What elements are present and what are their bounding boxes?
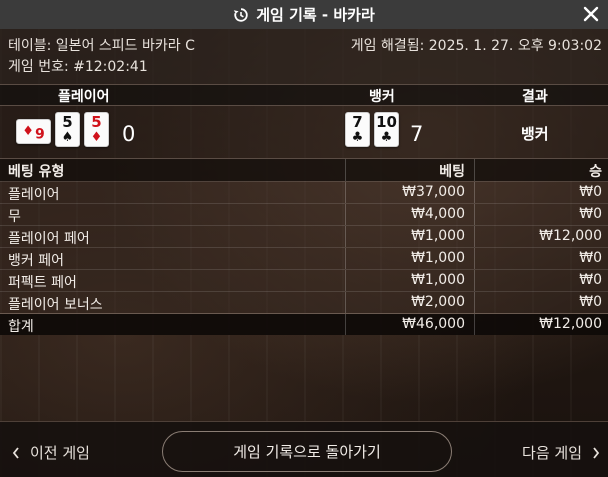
result-row: ♦ 6 5 ♠ 5 ♦ 0 7 ♣ 10 ♣ 7 뱅커 — [0, 106, 608, 158]
bets-table-header: 베팅 유형 베팅 승 — [0, 158, 608, 181]
footer-nav: 이전 게임 게임 기록으로 돌아가기 다음 게임 — [0, 421, 608, 477]
bet-type: 플레이어 보너스 — [8, 297, 103, 313]
playing-card: 10 ♣ — [374, 112, 399, 147]
bets-table: 베팅 유형 베팅 승 플레이어 ₩37,000 ₩0 무 ₩4,000 ₩0 플레이어 페어… — [0, 158, 608, 335]
table-row: 플레이어 페어 ₩1,000 ₩12,000 — [0, 225, 608, 247]
result-header-label: 결과 — [522, 89, 548, 105]
game-info-panel: 테이블: 일본어 스피드 바카라 C 게임 해결됨: 2025. 1. 27. … — [0, 29, 608, 84]
playing-card: 7 ♣ — [345, 112, 370, 147]
bet-amount: ₩37,000 — [402, 184, 465, 200]
bet-amount: ₩1,000 — [411, 272, 465, 288]
chevron-left-icon — [12, 446, 19, 459]
bet-type: 무 — [8, 209, 21, 225]
bet-amount: ₩4,000 — [411, 206, 465, 222]
dialog-titlebar: 게임 기록 - 바카라 — [0, 0, 608, 29]
back-to-history-button[interactable]: 게임 기록으로 돌아가기 — [162, 431, 452, 472]
player-score: 0 — [122, 122, 136, 146]
total-label: 합계 — [8, 319, 34, 335]
back-to-history-label: 게임 기록으로 돌아가기 — [233, 443, 381, 461]
bet-amount: ₩1,000 — [411, 228, 465, 244]
card-suit: ♦ — [22, 124, 34, 139]
card-rank: 5 — [91, 113, 102, 131]
card-rank: 10 — [376, 113, 397, 131]
win-amount-header: 승 — [589, 164, 602, 180]
bets-total-row: 합계 ₩46,000 ₩12,000 — [0, 313, 608, 335]
table-row: 플레이어 ₩37,000 ₩0 — [0, 181, 608, 203]
card-suit: ♦ — [90, 130, 103, 145]
card-rank: 7 — [352, 113, 363, 131]
bet-type: 뱅커 페어 — [8, 253, 64, 269]
card-rank: 5 — [62, 113, 73, 131]
bet-amount: ₩2,000 — [411, 294, 465, 310]
close-icon[interactable] — [580, 3, 602, 25]
win-amount: ₩0 — [579, 206, 602, 222]
previous-game-label: 이전 게임 — [30, 444, 90, 462]
win-amount: ₩0 — [579, 272, 602, 288]
chevron-right-icon — [593, 446, 600, 459]
card-suit: ♠ — [61, 130, 74, 145]
total-bet: ₩46,000 — [402, 316, 465, 332]
bet-type: 퍼펙트 페어 — [8, 275, 77, 291]
table-name: 테이블: 일본어 스피드 바카라 C — [8, 38, 195, 54]
bet-type: 플레이어 — [8, 187, 60, 203]
previous-game-button[interactable]: 이전 게임 — [12, 442, 90, 463]
playing-card: 5 ♦ — [84, 112, 109, 147]
win-amount: ₩0 — [579, 294, 602, 310]
next-game-button[interactable]: 다음 게임 — [522, 442, 600, 463]
win-amount: ₩0 — [579, 250, 602, 266]
player-header: 플레이어 — [58, 89, 110, 105]
playing-card: 5 ♠ — [55, 112, 80, 147]
total-win: ₩12,000 — [539, 316, 602, 332]
table-row: 퍼펙트 페어 ₩1,000 ₩0 — [0, 269, 608, 291]
history-icon — [234, 7, 248, 22]
banker-header: 뱅커 — [369, 89, 395, 105]
bet-type-header: 베팅 유형 — [8, 164, 65, 180]
table-row: 플레이어 보너스 ₩2,000 ₩0 — [0, 291, 608, 313]
bet-amount: ₩1,000 — [411, 250, 465, 266]
dialog-title: 게임 기록 - 바카라 — [256, 6, 375, 24]
next-game-label: 다음 게임 — [522, 444, 582, 462]
card-suit: ♣ — [351, 130, 364, 145]
playing-card: ♦ 6 — [16, 119, 51, 144]
winner-label: 뱅커 — [521, 125, 549, 143]
table-row: 무 ₩4,000 ₩0 — [0, 203, 608, 225]
win-amount: ₩0 — [579, 184, 602, 200]
game-number: 게임 번호: #12:02:41 — [8, 59, 148, 75]
table-row: 뱅커 페어 ₩1,000 ₩0 — [0, 247, 608, 269]
win-amount: ₩12,000 — [539, 228, 602, 244]
card-suit: ♣ — [380, 130, 393, 145]
card-rank: 6 — [34, 123, 45, 140]
result-header: 플레이어 뱅커 결과 — [0, 84, 608, 106]
bet-amount-header: 베팅 — [439, 164, 465, 180]
resolved-time: 게임 해결됨: 2025. 1. 27. 오후 9:03:02 — [350, 38, 602, 54]
banker-score: 7 — [410, 122, 424, 146]
bet-type: 플레이어 페어 — [8, 231, 90, 247]
